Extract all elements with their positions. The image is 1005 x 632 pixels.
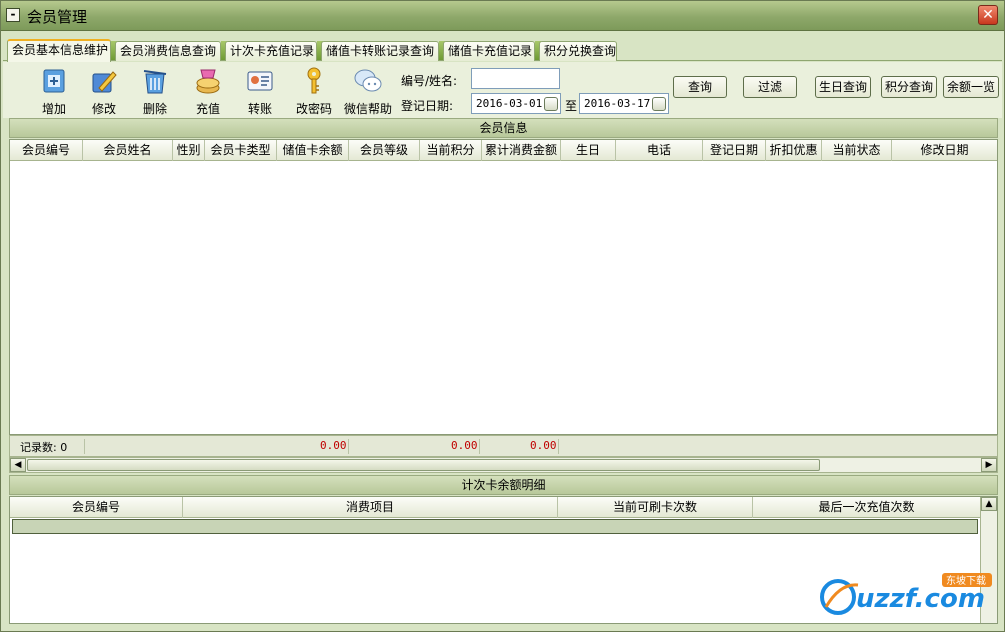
- birthday-query-button[interactable]: 生日查询: [815, 76, 871, 98]
- close-icon[interactable]: ✕: [978, 5, 998, 25]
- col-modify-date[interactable]: 修改日期: [892, 140, 997, 161]
- tab-stored-card-transfer[interactable]: 储值卡转账记录查询: [321, 41, 439, 61]
- member-grid-summary: 记录数: 0 0.00 0.00 0.00: [9, 435, 998, 457]
- col-cc-item[interactable]: 消费项目: [183, 497, 558, 518]
- col-phone[interactable]: 电话: [616, 140, 703, 161]
- col-current-points[interactable]: 当前积分: [420, 140, 482, 161]
- watermark-brand: uzzf.com: [856, 584, 985, 614]
- change-password-button[interactable]: 改密码: [289, 64, 339, 116]
- col-member-name[interactable]: 会员姓名: [83, 140, 173, 161]
- key-icon: [307, 67, 321, 94]
- tab-bar: 会员基本信息维护 会员消费信息查询 计次卡充值记录 储值卡转账记录查询 储值卡充…: [3, 39, 1002, 62]
- edit-icon: [92, 71, 117, 93]
- title-bar[interactable]: - 会员管理 ✕: [1, 1, 1004, 31]
- search-input[interactable]: [471, 68, 560, 89]
- balance-total: 0.00: [320, 439, 347, 452]
- recharge-label: 充值: [195, 102, 220, 116]
- uzzf-watermark-logo: uzzf.com 东坡下载: [820, 573, 992, 615]
- count-card-header: 计次卡余额明细: [9, 475, 998, 495]
- col-member-level[interactable]: 会员等级: [349, 140, 420, 161]
- edit-label: 修改: [91, 102, 116, 116]
- tab-member-basic-info[interactable]: 会员基本信息维护: [7, 39, 111, 62]
- date-label: 登记日期:: [401, 99, 454, 113]
- change-password-label: 改密码: [295, 102, 332, 116]
- window-title: 会员管理: [27, 8, 88, 26]
- search-label: 编号/姓名:: [401, 74, 458, 88]
- add-card-icon: [43, 69, 65, 93]
- count-card-grid-header: 会员编号 消费项目 当前可刷卡次数 最后一次充值次数: [10, 497, 980, 518]
- col-cc-last-recharge[interactable]: 最后一次充值次数: [753, 497, 980, 518]
- record-count: 记录数: 0: [20, 441, 68, 454]
- summary-divider: [348, 439, 349, 454]
- col-card-type[interactable]: 会员卡类型: [205, 140, 277, 161]
- date-from-picker-button[interactable]: [544, 97, 558, 111]
- filter-button[interactable]: 过滤: [743, 76, 797, 98]
- delete-label: 删除: [142, 102, 167, 116]
- member-management-window: - 会员管理 ✕ 会员基本信息维护 会员消费信息查询 计次卡充值记录 储值卡转账…: [0, 0, 1005, 632]
- date-from-value: 2016-03-01: [476, 97, 543, 110]
- col-discount[interactable]: 折扣优惠: [766, 140, 822, 161]
- date-from-field[interactable]: 2016-03-01: [471, 93, 561, 114]
- col-member-id[interactable]: 会员编号: [10, 140, 83, 161]
- col-cc-remaining[interactable]: 当前可刷卡次数: [558, 497, 753, 518]
- points-total: 0.00: [451, 439, 478, 452]
- tab-count-card-recharge[interactable]: 计次卡充值记录: [225, 41, 317, 61]
- edit-button[interactable]: 修改: [79, 64, 129, 116]
- transfer-label: 转账: [247, 102, 272, 116]
- wechat-help-label: 微信帮助: [343, 102, 392, 116]
- count-card-selected-row[interactable]: [12, 519, 978, 534]
- date-to-value: 2016-03-17: [584, 97, 651, 110]
- date-to-picker-button[interactable]: [652, 97, 666, 111]
- col-birthday[interactable]: 生日: [561, 140, 616, 161]
- scroll-right-icon[interactable]: ▶: [981, 458, 997, 472]
- summary-divider: [84, 439, 85, 454]
- member-info-header: 会员信息: [9, 118, 998, 138]
- delete-icon: [143, 70, 167, 94]
- scroll-left-icon[interactable]: ◀: [10, 458, 26, 472]
- summary-divider: [558, 439, 559, 454]
- col-gender[interactable]: 性别: [173, 140, 205, 161]
- balance-overview-button[interactable]: 余额一览: [943, 76, 999, 98]
- tab-points-exchange[interactable]: 积分兑换查询: [539, 41, 617, 61]
- date-to-field[interactable]: 2016-03-17: [579, 93, 669, 114]
- add-label: 增加: [41, 102, 66, 116]
- toolbar: 增加 修改 删除 充值 转账 改密码 微信帮助 编号/姓名: 登记日期: 201…: [3, 62, 1002, 118]
- col-cc-member-id[interactable]: 会员编号: [10, 497, 183, 518]
- wechat-help-button[interactable]: 微信帮助: [341, 64, 395, 116]
- col-register-date[interactable]: 登记日期: [703, 140, 766, 161]
- scroll-up-icon[interactable]: ▲: [981, 497, 997, 511]
- wechat-icon: [354, 69, 382, 92]
- member-grid[interactable]: 会员编号 会员姓名 性别 会员卡类型 储值卡余额 会员等级 当前积分 累计消费金…: [9, 139, 998, 435]
- recharge-icon: [196, 69, 220, 94]
- watermark-sub: 东坡下载: [946, 574, 986, 587]
- date-to-label: 至: [565, 99, 578, 113]
- tab-stored-card-recharge[interactable]: 储值卡充值记录: [443, 41, 535, 61]
- points-query-button[interactable]: 积分查询: [881, 76, 937, 98]
- col-total-consumption[interactable]: 累计消费金额: [482, 140, 561, 161]
- member-grid-header: 会员编号 会员姓名 性别 会员卡类型 储值卡余额 会员等级 当前积分 累计消费金…: [10, 140, 997, 161]
- transfer-icon: [247, 71, 273, 91]
- scroll-thumb[interactable]: [27, 459, 820, 471]
- add-button[interactable]: 增加: [29, 64, 79, 116]
- summary-divider: [479, 439, 480, 454]
- delete-button[interactable]: 删除: [130, 64, 180, 116]
- col-stored-balance[interactable]: 储值卡余额: [277, 140, 349, 161]
- recharge-button[interactable]: 充值: [183, 64, 233, 116]
- transfer-button[interactable]: 转账: [235, 64, 285, 116]
- query-button[interactable]: 查询: [673, 76, 727, 98]
- consumption-total: 0.00: [530, 439, 557, 452]
- system-menu-icon[interactable]: -: [6, 8, 20, 22]
- col-current-status[interactable]: 当前状态: [822, 140, 892, 161]
- tab-consumption-query[interactable]: 会员消费信息查询: [115, 41, 221, 61]
- member-grid-hscrollbar[interactable]: ◀ ▶: [9, 457, 998, 473]
